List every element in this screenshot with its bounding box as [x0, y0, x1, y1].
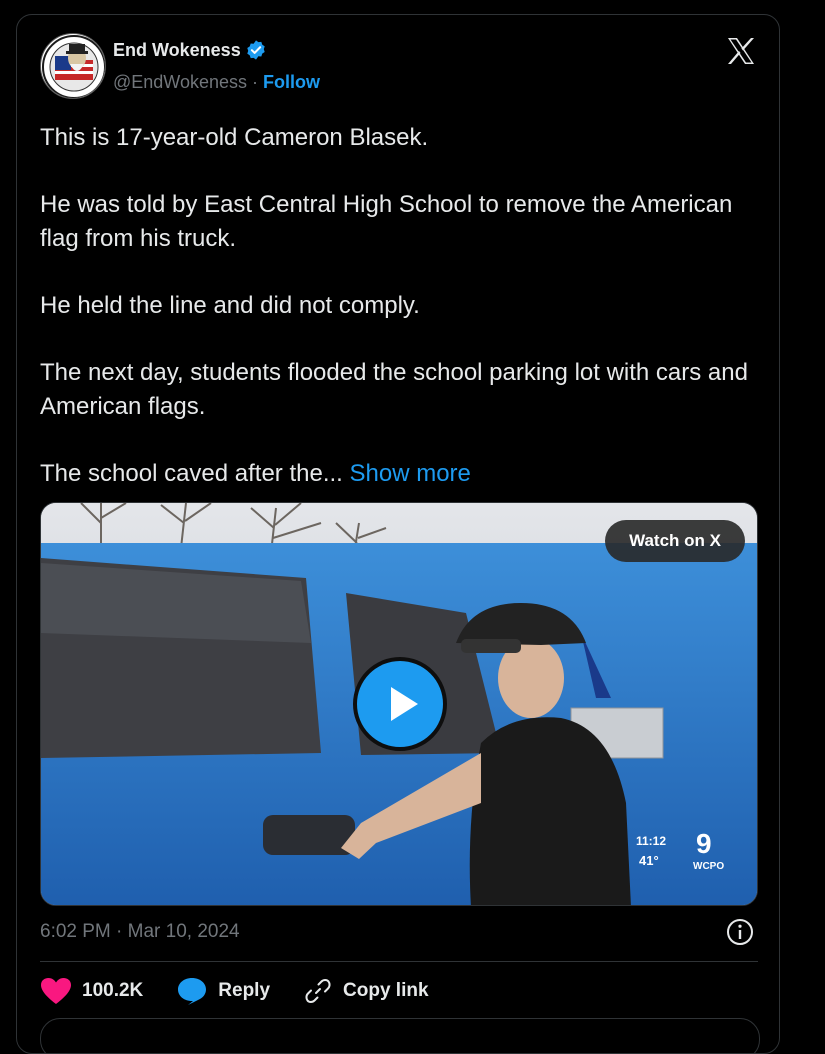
like-button[interactable]: 100.2K — [40, 977, 143, 1005]
play-icon — [391, 687, 418, 721]
copy-link-label: Copy link — [343, 980, 429, 1001]
author-avatar[interactable] — [40, 33, 106, 99]
tweet-card: End Wokeness @EndWokeness · Follow This … — [16, 14, 780, 1054]
video-player[interactable]: 11:12 41° 9 WCPO Watch on X — [40, 502, 758, 906]
uncle-sam-badge-icon — [42, 35, 105, 98]
overlay-time: 11:12 — [636, 834, 666, 848]
watch-on-x-button[interactable]: Watch on X — [605, 520, 745, 562]
overlay-temp: 41° — [639, 853, 659, 868]
divider — [40, 961, 758, 962]
info-icon[interactable] — [725, 917, 755, 947]
tweet-paragraph-truncated: The school caved after the... Show more — [40, 457, 765, 491]
overlay-channel-number: 9 — [696, 828, 712, 859]
show-more-link[interactable]: Show more — [350, 460, 471, 487]
handle-separator: · — [247, 72, 264, 92]
link-icon — [305, 979, 331, 1003]
tweet-actions: 100.2K Reply Copy link — [40, 973, 462, 1009]
reply-bubble-icon — [178, 978, 207, 1005]
play-button[interactable] — [353, 657, 447, 751]
tweet-paragraph: He was told by East Central High School … — [40, 191, 733, 252]
author-handle-row: @EndWokeness · Follow — [113, 72, 320, 93]
heart-icon — [41, 978, 71, 1004]
x-logo-icon[interactable] — [725, 35, 757, 67]
tweet-timestamp[interactable]: 6:02 PM · Mar 10, 2024 — [40, 921, 240, 943]
author-name[interactable]: End Wokeness — [113, 39, 267, 61]
overlay-channel: WCPO — [693, 861, 724, 872]
reply-button[interactable]: Reply — [176, 976, 270, 1006]
copy-link-button[interactable]: Copy link — [303, 976, 429, 1006]
tweet-paragraph: He held the line and did not comply. — [40, 292, 420, 319]
author-name-text: End Wokeness — [113, 39, 241, 60]
verified-badge-icon — [247, 40, 265, 60]
read-replies-button[interactable] — [40, 1018, 760, 1053]
tweet-paragraph: The next day, students flooded the schoo… — [40, 359, 748, 420]
like-count: 100.2K — [82, 980, 144, 1001]
reply-label: Reply — [218, 980, 271, 1001]
follow-button[interactable]: Follow — [263, 72, 320, 92]
tweet-paragraph: This is 17-year-old Cameron Blasek. — [40, 124, 429, 151]
author-handle[interactable]: @EndWokeness — [113, 72, 247, 92]
tweet-text: This is 17-year-old Cameron Blasek. He w… — [40, 121, 765, 491]
page-margin — [797, 0, 825, 1024]
truncated-text: The school caved after the... — [40, 460, 343, 487]
